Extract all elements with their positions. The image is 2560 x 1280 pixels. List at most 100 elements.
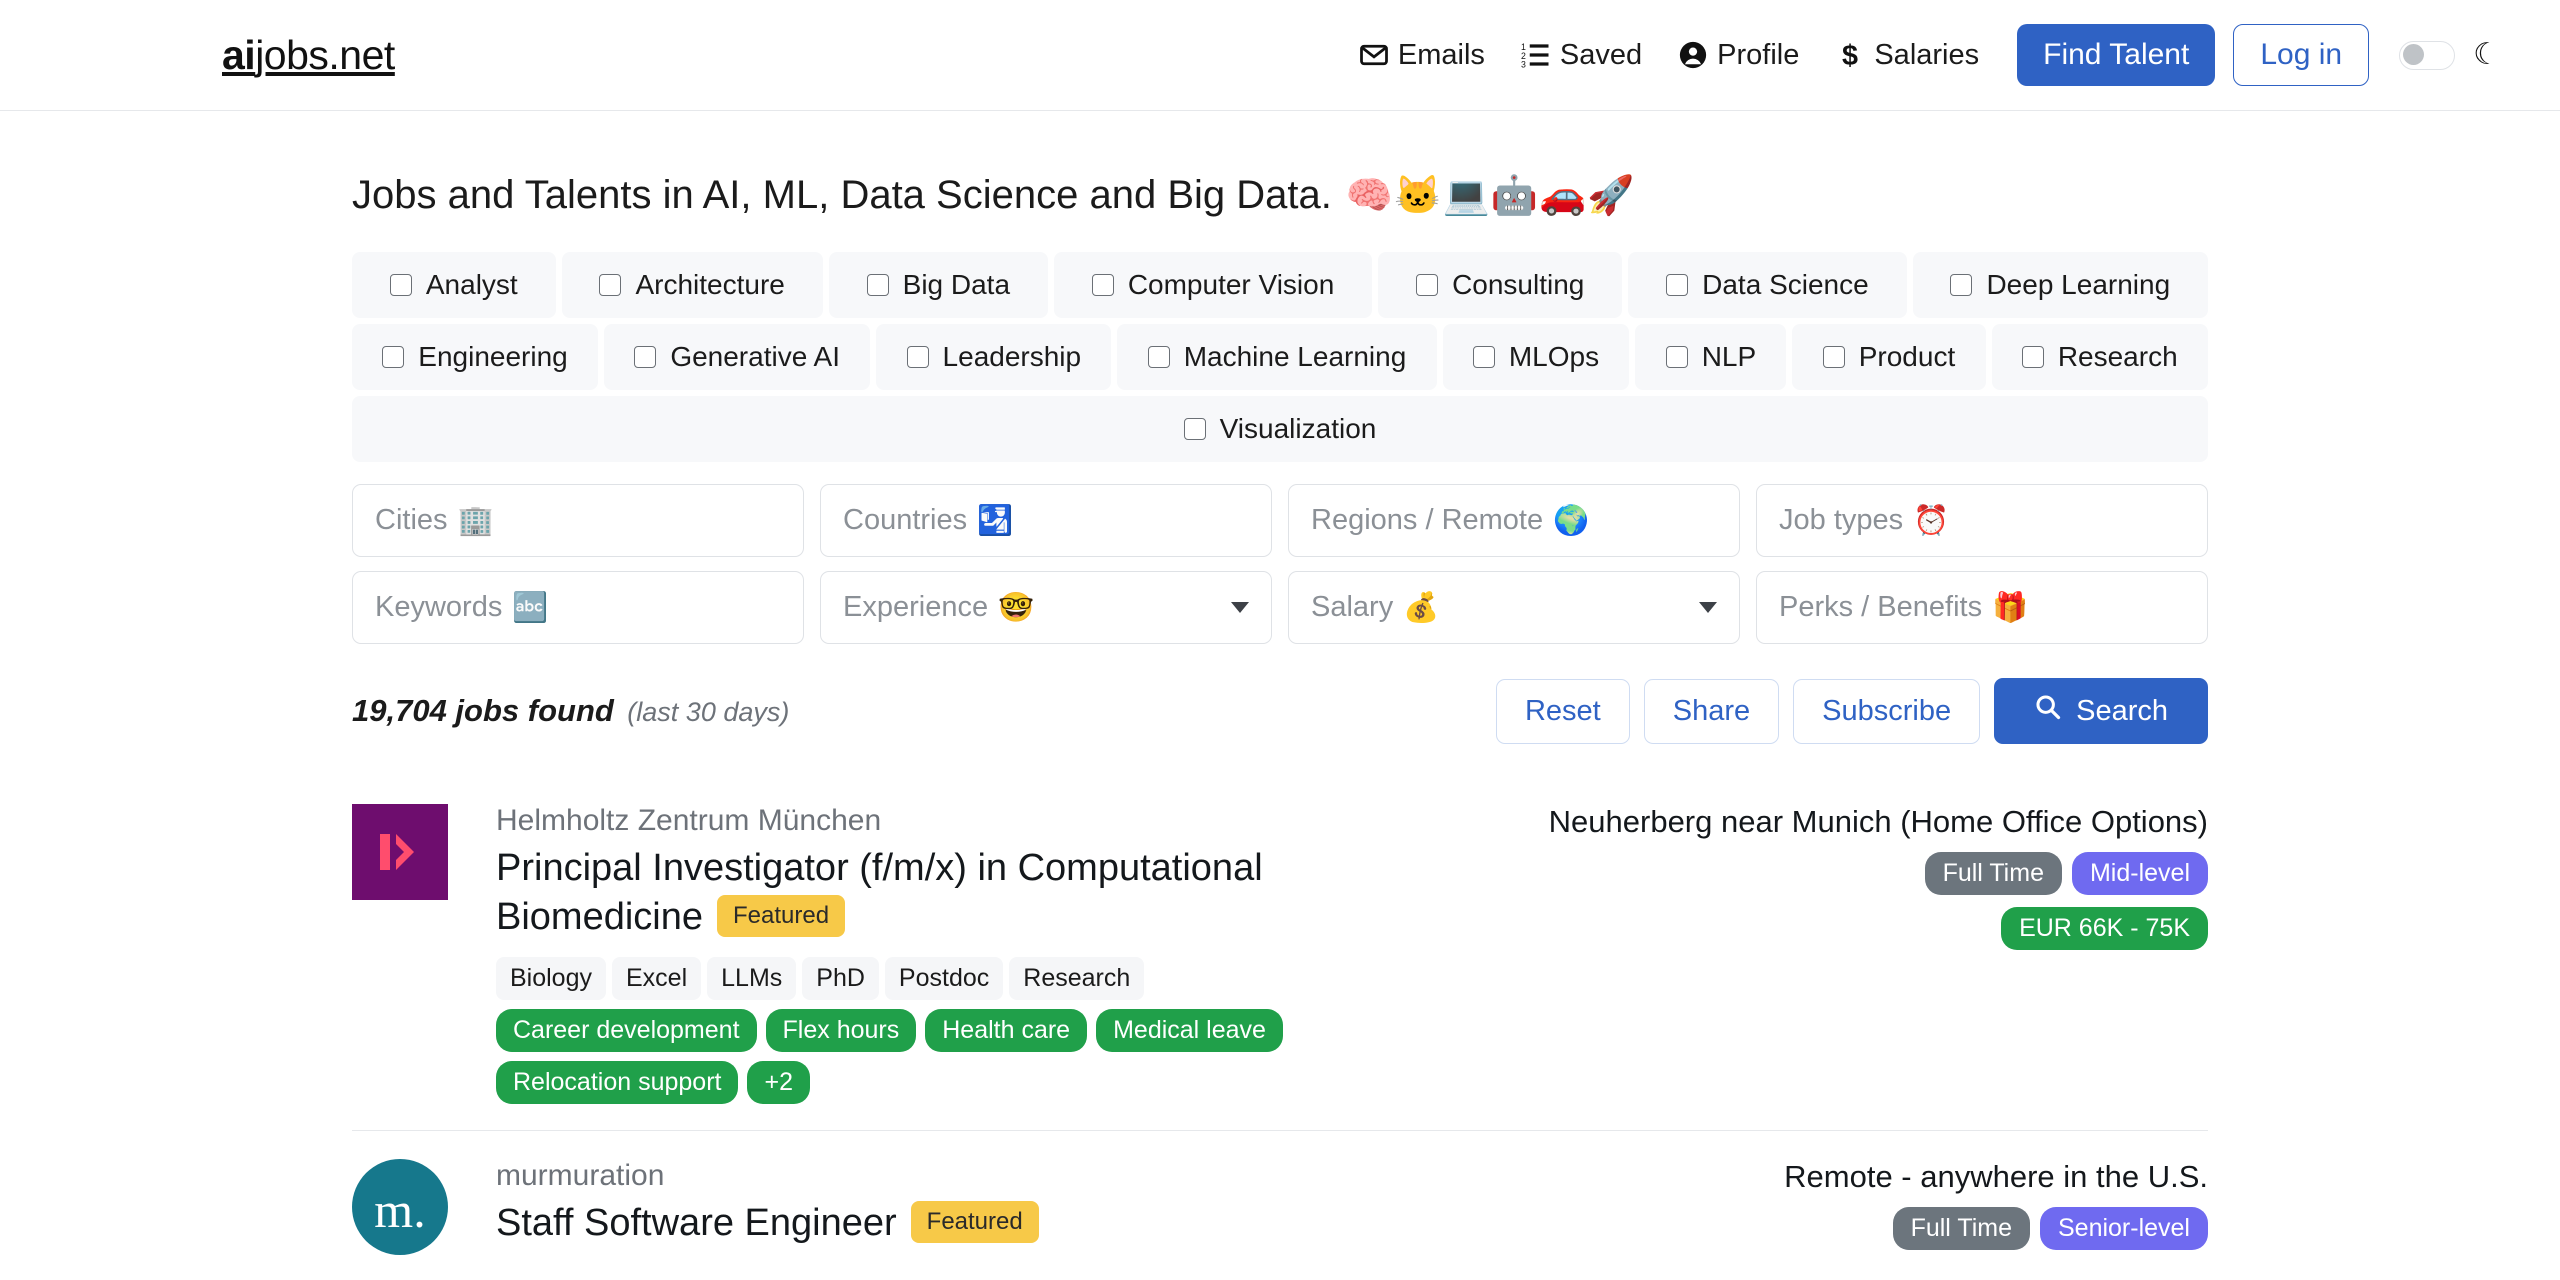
checkbox-icon[interactable] [1666, 274, 1689, 296]
job-perk[interactable]: Medical leave [1096, 1009, 1283, 1053]
job-perk[interactable]: Relocation support [496, 1061, 739, 1105]
checkbox-icon[interactable] [1665, 346, 1688, 368]
category-generative-ai[interactable]: Generative AI [604, 324, 871, 390]
dollar-icon: $ [1835, 40, 1865, 70]
cities-input[interactable]: Cities 🏢 [352, 484, 804, 557]
login-button[interactable]: Log in [2233, 24, 2370, 86]
filter-row-1: Cities 🏢 Countries 🛂 Regions / Remote 🌍 Job… [352, 484, 2208, 557]
category-nlp[interactable]: NLP [1635, 324, 1787, 390]
checkbox-icon[interactable] [382, 346, 405, 368]
job-perk-more[interactable]: +2 [747, 1061, 810, 1105]
dark-mode-toggle[interactable] [2399, 40, 2456, 70]
perks-placeholder: Perks / Benefits [1779, 591, 1983, 623]
countries-input[interactable]: Countries 🛂 [820, 484, 1272, 557]
job-perk[interactable]: Career development [496, 1009, 757, 1053]
nav-label-profile: Profile [1717, 38, 1800, 71]
job-types-input[interactable]: Job types ⏰ [1756, 484, 2208, 557]
reset-button[interactable]: Reset [1495, 678, 1630, 744]
countries-placeholder: Countries [843, 504, 968, 536]
job-perk[interactable]: Health care [925, 1009, 1088, 1053]
status-badge-employment-type: Full Time [1924, 852, 2062, 895]
salary-select[interactable]: Salary 💰 [1288, 571, 1740, 644]
filter-fields: Cities 🏢 Countries 🛂 Regions / Remote 🌍 Job… [352, 484, 2208, 644]
abc-input-icon: 🔤 [512, 591, 549, 624]
category-deep-learning[interactable]: Deep Learning [1912, 252, 2209, 318]
main-content: Jobs and Talents in AI, ML, Data Science… [0, 111, 2560, 1280]
checkbox-icon[interactable] [634, 346, 657, 368]
chevron-down-icon[interactable] [1231, 602, 1249, 613]
job-tag[interactable]: Postdoc [884, 957, 1004, 1001]
category-filter-group: Analyst Architecture Big Data Computer V… [352, 252, 2209, 462]
job-perk[interactable]: Flex hours [765, 1009, 917, 1053]
checkbox-icon[interactable] [1472, 346, 1495, 368]
page-title: Jobs and Talents in AI, ML, Data Science… [352, 111, 2208, 252]
results-actions: Reset Share Subscribe Search [1495, 678, 2208, 744]
regions-remote-input[interactable]: Regions / Remote 🌍 [1288, 484, 1740, 557]
nav-item-salaries[interactable]: $ Salaries [1817, 39, 1997, 72]
perks-benefits-input[interactable]: Perks / Benefits 🎁 [1756, 571, 2208, 644]
category-label: Product [1858, 341, 1956, 372]
list-ol-icon: 123 [1521, 40, 1551, 70]
share-button[interactable]: Share [1643, 678, 1780, 744]
category-architecture[interactable]: Architecture [561, 252, 823, 318]
checkbox-icon[interactable] [1183, 418, 1206, 440]
category-machine-learning[interactable]: Machine Learning [1117, 324, 1437, 390]
checkbox-icon[interactable] [389, 274, 412, 296]
checkbox-icon[interactable] [906, 346, 929, 368]
category-research[interactable]: Research [1991, 324, 2208, 390]
category-data-science[interactable]: Data Science [1628, 252, 1907, 318]
moon-icon[interactable]: ☾ [2473, 40, 2500, 70]
checkbox-icon[interactable] [1091, 274, 1114, 296]
checkbox-icon[interactable] [1416, 274, 1439, 296]
nav-item-profile[interactable]: Profile [1660, 39, 1817, 72]
chevron-down-icon[interactable] [1699, 602, 1717, 613]
job-location: Remote - anywhere in the U.S. [1784, 1159, 2208, 1195]
checkbox-icon[interactable] [1950, 274, 1973, 296]
table-row[interactable]: Helmholtz Zentrum München Principal Inve… [352, 776, 2208, 1130]
job-tag[interactable]: PhD [802, 957, 879, 1001]
site-logo[interactable]: aijobs.net [222, 32, 395, 79]
category-product[interactable]: Product [1792, 324, 1986, 390]
category-engineering[interactable]: Engineering [352, 324, 599, 390]
subscribe-button[interactable]: Subscribe [1793, 678, 1981, 744]
job-tag[interactable]: Biology [496, 957, 606, 1001]
nav-label-emails: Emails [1397, 38, 1485, 71]
category-analyst[interactable]: Analyst [352, 252, 556, 318]
table-row[interactable]: m. murmuration Staff Software Engineer Fe… [352, 1130, 2208, 1280]
job-company[interactable]: Helmholtz Zentrum München [496, 804, 1468, 838]
category-mlops[interactable]: MLOps [1442, 324, 1630, 390]
checkbox-icon[interactable] [599, 274, 622, 296]
search-button[interactable]: Search [1994, 678, 2208, 744]
page-title-text: Jobs and Talents in AI, ML, Data Science… [352, 173, 1332, 217]
category-label: Machine Learning [1183, 341, 1407, 372]
brand-bold: ai [222, 31, 256, 78]
checkbox-icon[interactable] [2021, 346, 2044, 368]
nav-label-saved: Saved [1559, 38, 1643, 71]
checkbox-icon[interactable] [1822, 346, 1845, 368]
category-computer-vision[interactable]: Computer Vision [1053, 252, 1373, 318]
category-visualization[interactable]: Visualization [352, 396, 2208, 462]
category-label: Leadership [942, 341, 1082, 372]
job-tag[interactable]: Excel [612, 957, 702, 1001]
experience-placeholder: Experience [843, 591, 989, 623]
keywords-input[interactable]: Keywords 🔤 [352, 571, 804, 644]
checkbox-icon[interactable] [1147, 346, 1170, 368]
checkbox-icon[interactable] [866, 274, 889, 296]
category-consulting[interactable]: Consulting [1378, 252, 1623, 318]
nav-item-saved[interactable]: 123 Saved [1503, 39, 1660, 72]
category-leadership[interactable]: Leadership [876, 324, 1112, 390]
job-tag[interactable]: Research [1009, 957, 1145, 1001]
category-label: Architecture [635, 269, 785, 300]
job-tag[interactable]: LLMs [707, 957, 797, 1001]
nav-item-emails[interactable]: Emails [1341, 39, 1503, 72]
results-period: (last 30 days) [627, 697, 790, 727]
experience-select[interactable]: Experience 🤓 [820, 571, 1272, 644]
category-big-data[interactable]: Big Data [828, 252, 1048, 318]
status-badge-salary: EUR 66K - 75K [2001, 907, 2208, 950]
job-company[interactable]: murmuration [496, 1159, 1468, 1193]
job-location: Neuherberg near Munich (Home Office Opti… [1548, 804, 2208, 839]
job-title[interactable]: Principal Investigator (f/m/x) in Comput… [496, 847, 1263, 938]
find-talent-button[interactable]: Find Talent [2017, 24, 2216, 86]
category-label: Research [2057, 341, 2178, 372]
job-title[interactable]: Staff Software Engineer [496, 1202, 897, 1244]
